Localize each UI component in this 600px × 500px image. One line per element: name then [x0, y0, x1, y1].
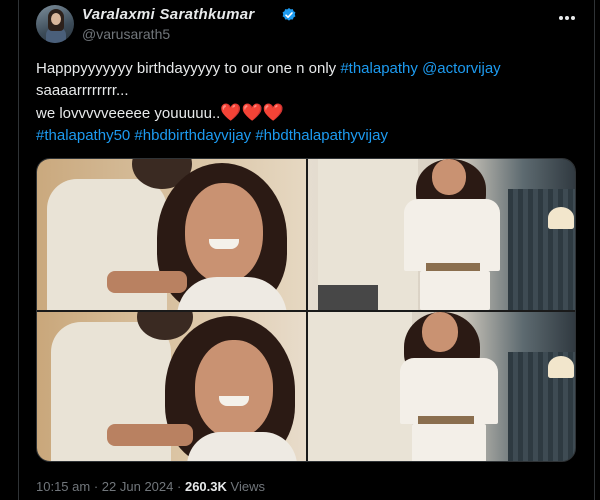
tweet-line-3-text: we lovvvvveeeee youuuuu.. — [36, 105, 221, 122]
woman-pants — [412, 424, 486, 461]
woman-pants — [420, 271, 490, 310]
smile — [219, 396, 249, 406]
hashtag-thalapathy50[interactable]: #thalapathy50 — [36, 127, 130, 144]
right-divider — [594, 0, 595, 500]
tweet-line-1-text: Happpyyyyyyy birthdayyyyy to our one n o… — [36, 60, 341, 77]
woman-face — [422, 312, 458, 352]
woman-shirt — [187, 432, 297, 461]
photo-4[interactable] — [308, 312, 575, 461]
avatar-figure-face — [51, 13, 61, 25]
photo-3[interactable] — [37, 312, 306, 461]
hashtag-thalapathy[interactable]: #thalapathy — [340, 60, 418, 77]
media-grid — [36, 158, 576, 462]
woman-top — [404, 199, 500, 271]
smile — [209, 239, 239, 249]
left-divider — [18, 0, 19, 500]
tweet-date[interactable]: 22 Jun 2024 — [102, 479, 174, 494]
views-count: 260.3K — [184, 479, 227, 494]
tweet-line-3: we lovvvvveeeee youuuuu..❤️❤️❤️ — [36, 102, 576, 125]
author-handle[interactable]: @varusarath5 — [82, 26, 170, 42]
hashtag-hbdthalapathyvijay[interactable]: #hbdthalapathyvijay — [255, 127, 388, 144]
tweet-time[interactable]: 10:15 am — [36, 479, 90, 494]
tweet-line-2: saaaarrrrrrrr... — [36, 82, 129, 99]
verified-badge-icon — [282, 8, 296, 21]
hashtag-hbdbirthdayvijay[interactable]: #hbdbirthdayvijay — [134, 127, 251, 144]
hand — [107, 271, 187, 293]
more-options-icon[interactable] — [557, 8, 577, 28]
lamp — [548, 207, 574, 229]
author-avatar[interactable] — [36, 5, 74, 43]
tweet-meta: 10:15 am · 22 Jun 2024 · 260.3K Views — [36, 479, 265, 494]
author-display-name[interactable]: Varalaxmi Sarathkumar — [82, 6, 255, 23]
photo-2[interactable] — [308, 159, 575, 310]
woman-top — [400, 358, 498, 424]
man-shirt — [308, 312, 412, 461]
lamp — [548, 356, 574, 378]
photo-1[interactable] — [37, 159, 306, 310]
tweet-text: Happpyyyyyyy birthdayyyyy to our one n o… — [36, 58, 576, 147]
hearts-emoji: ❤️❤️❤️ — [220, 103, 284, 122]
hand — [107, 424, 193, 446]
woman-face — [195, 340, 273, 438]
tweet-card: Varalaxmi Sarathkumar @varusarath5 Happp… — [0, 0, 600, 500]
meta-separator: · — [93, 479, 99, 494]
mention-actorvijay[interactable]: @actorvijay — [422, 60, 501, 77]
woman-face — [432, 159, 466, 195]
woman-face — [185, 183, 263, 283]
tweet-line-4: #thalapathy50 #hbdbirthdayvijay #hbdthal… — [36, 125, 576, 147]
meta-separator-2: · — [177, 479, 182, 494]
tweet-line-1: Happpyyyyyyy birthdayyyyy to our one n o… — [36, 58, 576, 80]
man-pants — [318, 285, 378, 310]
views-label: Views — [230, 479, 265, 494]
